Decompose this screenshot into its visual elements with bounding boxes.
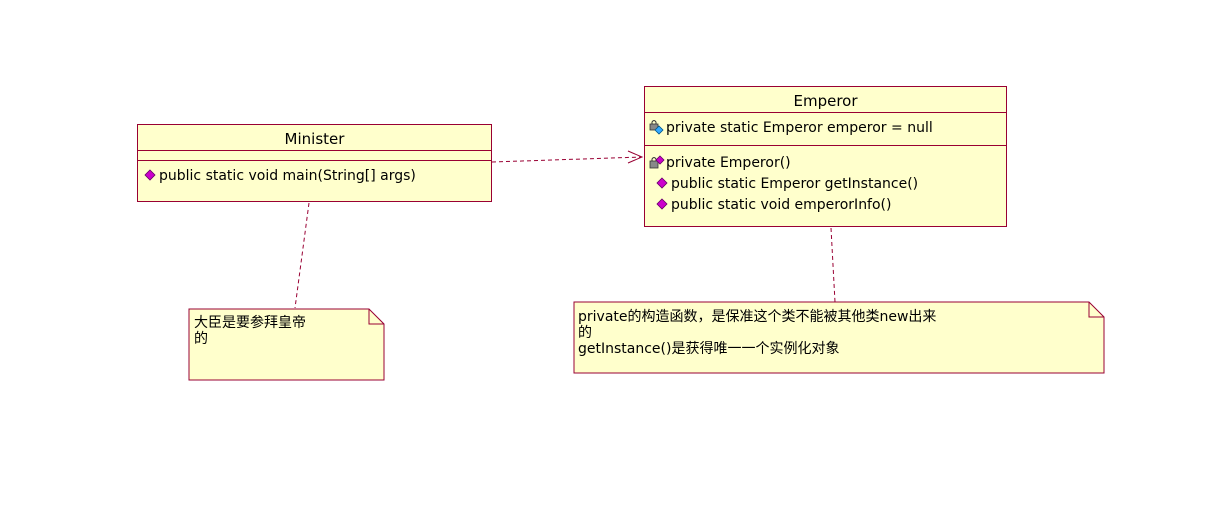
minister-operation-main[interactable]: public static void main(String[] args) <box>142 166 491 187</box>
private-operation-icon <box>649 154 665 170</box>
connectors-layer <box>188 150 1105 381</box>
private-static-attribute-icon <box>649 119 665 135</box>
minister-operations-compartment: public static void main(String[] args) <box>138 161 491 190</box>
member-label: private static Emperor emperor = null <box>666 120 933 136</box>
member-label: private Emperor() <box>666 155 791 171</box>
emperor-class-name: Emperor <box>645 87 1006 113</box>
member-label: public static void emperorInfo() <box>671 197 892 213</box>
emperor-note-text: private的构造函数，是保准这个类不能被其他类new出来 的 getInst… <box>578 309 936 357</box>
emperor-operation-getinstance[interactable]: public static Emperor getInstance() <box>649 174 1006 195</box>
emperor-note-line-1: private的构造函数，是保准这个类不能被其他类new出来 <box>578 309 937 325</box>
dependency-line[interactable] <box>491 156 643 163</box>
emperor-operation-constructor[interactable]: private Emperor() <box>649 153 1006 174</box>
member-label: public static void main(String[] args) <box>159 168 416 184</box>
public-operation-icon <box>142 167 158 183</box>
minister-note-anchor-line[interactable] <box>294 202 310 309</box>
emperor-class[interactable]: Emperor private static Emperor emperor =… <box>644 86 1007 227</box>
emperor-operation-emperorinfo[interactable]: public static void emperorInfo() <box>649 195 1006 216</box>
minister-attributes-compartment <box>138 151 491 161</box>
emperor-attribute-emperor[interactable]: private static Emperor emperor = null <box>649 118 1006 139</box>
minister-class[interactable]: Minister public static void main(String[… <box>137 124 492 202</box>
minister-note-text: 大臣是要参拜皇帝 的 <box>194 315 306 347</box>
emperor-note-line-2: 的 <box>578 325 592 341</box>
public-operation-icon <box>654 175 670 191</box>
minister-note-line-1: 大臣是要参拜皇帝 <box>194 315 306 331</box>
emperor-note-line-3: getInstance()是获得唯一一个实例化对象 <box>578 341 840 357</box>
minister-class-name: Minister <box>138 125 491 151</box>
emperor-attributes-compartment: private static Emperor emperor = null <box>645 113 1006 146</box>
emperor-note-anchor-line[interactable] <box>830 227 836 303</box>
minister-note-line-2: 的 <box>194 331 208 347</box>
emperor-operations-compartment: private Emperor() public static Emperor … <box>645 146 1006 219</box>
public-operation-icon <box>654 196 670 212</box>
member-label: public static Emperor getInstance() <box>671 176 919 192</box>
